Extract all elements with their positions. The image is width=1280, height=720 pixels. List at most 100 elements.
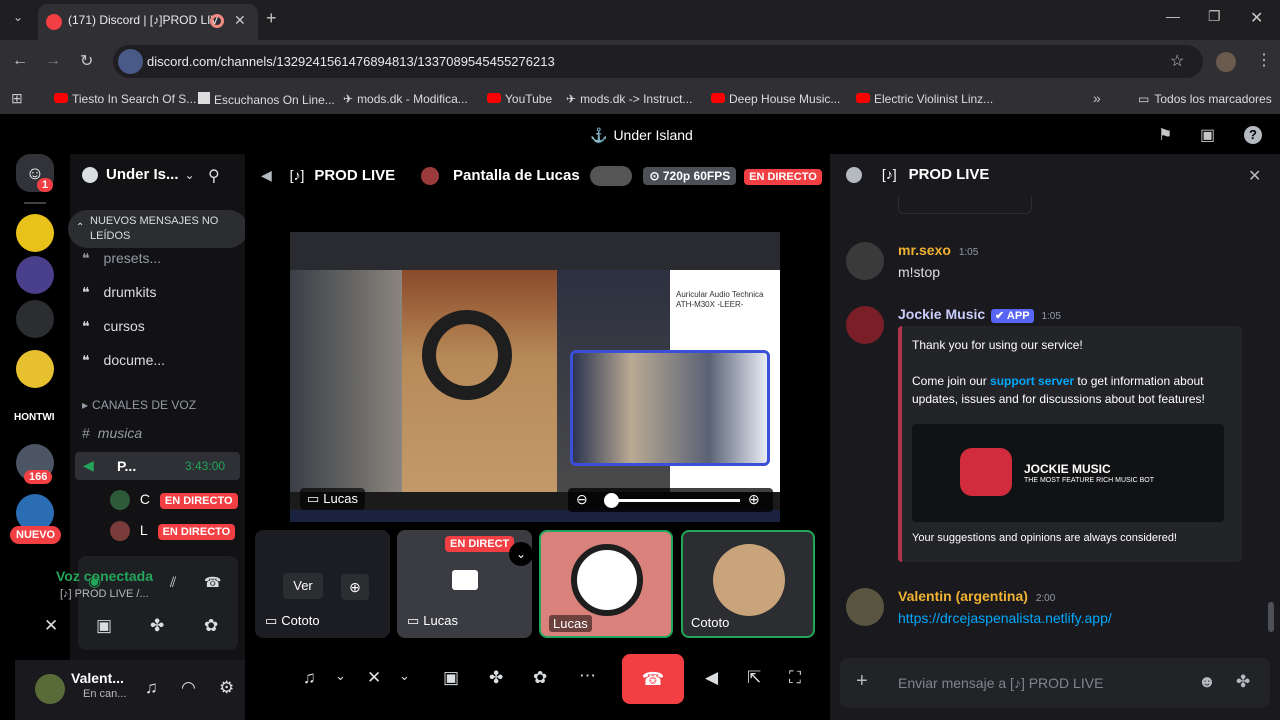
tile-name: Cototo [281, 613, 320, 628]
screen-share-icon[interactable]: ▣ [443, 668, 459, 688]
soundboard-icon[interactable]: ✿ [533, 668, 547, 688]
zoom-out-icon[interactable]: ⊖ [576, 491, 588, 508]
bookmark-item[interactable]: YouTube [487, 92, 552, 106]
minimize-icon[interactable]: — [1166, 8, 1180, 24]
apps-icon[interactable]: ⊞ [11, 90, 23, 107]
stream-video[interactable]: Auricular Audio Technica ATH-M30X -LEER-… [290, 232, 780, 522]
view-stream-button[interactable]: Ver [283, 573, 323, 599]
bookmark-item[interactable]: Electric Violinist Linz... [856, 92, 993, 106]
forward-icon[interactable]: → [45, 52, 61, 70]
apps-icon[interactable]: ✤ [1236, 672, 1250, 692]
add-attachment-icon[interactable]: + [856, 670, 868, 693]
participant-tile[interactable]: Lucas [539, 530, 673, 638]
message-author[interactable]: Valentin (argentina) [898, 588, 1028, 604]
address-bar[interactable]: discord.com/channels/1329241561476894813… [113, 45, 1203, 78]
volume-icon[interactable]: ◀ [261, 167, 272, 183]
active-voice-channel[interactable]: ◀ P... 3:43:00 [75, 452, 240, 480]
settings-gear-icon[interactable]: ⚙ [219, 678, 234, 698]
embed-image[interactable]: JOCKIE MUSIC THE MOST FEATURE RICH MUSIC… [912, 424, 1224, 522]
tab-close-icon[interactable]: ✕ [234, 12, 246, 29]
support-server-link[interactable]: support server [990, 374, 1074, 388]
message-input[interactable]: + Enviar mensaje a [♪] PROD LIVE ☻ ✤ [840, 658, 1270, 708]
tab-list-icon[interactable]: ⌄ [8, 10, 28, 24]
voice-category[interactable]: ▸ CANALES DE VOZ [82, 398, 196, 412]
bookmark-item[interactable]: ✈ mods.dk - Modifica... [343, 92, 468, 106]
channel-item[interactable]: ❝ cursos [82, 318, 145, 335]
server-icon[interactable] [16, 256, 54, 294]
microphone-icon[interactable]: ♫ [145, 678, 158, 698]
channel-musica[interactable]: # musica [82, 425, 142, 441]
voice-user[interactable]: L EN DIRECTO [110, 521, 236, 541]
fullscreen-icon[interactable]: ⛶ [789, 668, 801, 688]
zoom-thumb[interactable] [604, 493, 619, 508]
message-author[interactable]: Jockie Music [898, 306, 985, 322]
voice-user[interactable]: C EN DIRECTO [110, 490, 238, 510]
avatar[interactable] [846, 242, 884, 280]
headphones-icon[interactable]: ◠ [181, 678, 196, 698]
new-badge[interactable]: NUEVO [10, 526, 62, 544]
volume-icon[interactable]: ◀ [705, 668, 718, 688]
popout-icon[interactable]: ⊕ [341, 574, 369, 600]
soundboard-icon[interactable]: ✿ [204, 616, 218, 636]
server-icon[interactable] [16, 300, 54, 338]
browser-tab[interactable]: (171) Discord | [♪]PROD LIV ✕ [38, 4, 258, 40]
participant-tile[interactable]: Cototo [681, 530, 815, 638]
activities-icon[interactable]: ✤ [489, 668, 503, 688]
more-bookmarks-icon[interactable]: » [1093, 90, 1101, 106]
message-link[interactable]: https://drcejaspenalista.netlify.app/ [898, 610, 1112, 626]
profile-avatar[interactable] [1216, 52, 1236, 72]
mic-options-chevron-icon[interactable]: ⌄ [335, 668, 346, 684]
camera-off-icon[interactable]: ✕ [44, 616, 58, 636]
new-messages-pill[interactable]: ⌃ NUEVOS MENSAJES NO LEÍDOS [68, 210, 248, 248]
window-close-icon[interactable]: ✕ [1250, 8, 1263, 28]
channel-item[interactable]: ❝ drumkits [82, 284, 156, 301]
disconnect-button[interactable]: ☎ [622, 654, 684, 704]
screen-icon: ▭ [307, 491, 320, 506]
server-text-icon[interactable]: HONTWI [14, 412, 55, 423]
channel-item[interactable]: ❝ presets... [82, 250, 161, 267]
microphone-icon[interactable]: ♫ [303, 668, 316, 688]
emoji-icon[interactable]: ☻ [1198, 672, 1216, 692]
activities-icon[interactable]: ✤ [150, 616, 164, 636]
noise-suppression-icon[interactable]: ⫽ [170, 574, 176, 591]
close-chat-icon[interactable]: ✕ [1248, 166, 1261, 186]
screen-share-icon[interactable]: ▣ [96, 616, 112, 636]
channel-item[interactable]: ❝ docume... [82, 352, 165, 369]
maximize-icon[interactable]: ❐ [1208, 8, 1221, 25]
message-author[interactable]: mr.sexo [898, 242, 951, 258]
server-icon[interactable] [16, 350, 54, 388]
participant-tile[interactable]: Ver ⊕ ▭ Cototo [255, 530, 390, 638]
zoom-in-icon[interactable]: ⊕ [748, 491, 760, 508]
bookmark-item[interactable]: Tiesto In Search Of S... [54, 92, 196, 106]
server-icon[interactable] [16, 214, 54, 252]
all-bookmarks[interactable]: ▭ Todos los marcadores [1138, 92, 1272, 106]
zoom-controls[interactable]: ⊖ ⊕ [568, 488, 773, 512]
popout-icon[interactable]: ⇱ [747, 668, 761, 688]
bookmark-item[interactable]: Deep House Music... [711, 92, 840, 106]
more-menu-icon[interactable]: ⋮ [1256, 50, 1272, 70]
chat-scrollbar[interactable] [1268, 602, 1274, 632]
new-tab-icon[interactable]: + [266, 8, 277, 29]
avatar[interactable] [846, 588, 884, 626]
disconnect-icon[interactable]: ☎ [204, 574, 221, 591]
participant-tile[interactable]: EN DIRECT ⌄ ▭ Lucas [397, 530, 532, 638]
avatar[interactable] [35, 674, 65, 704]
avatar[interactable] [846, 306, 884, 344]
back-icon[interactable]: ← [12, 52, 28, 70]
camera-off-icon[interactable]: ✕ [367, 668, 381, 688]
site-info-icon[interactable] [118, 49, 143, 74]
bookmark-item[interactable]: ✈ mods.dk -> Instruct... [566, 92, 692, 106]
zoom-track[interactable] [610, 499, 740, 502]
more-options-icon[interactable]: ⋯ [579, 666, 596, 686]
bookmark-star-icon[interactable]: ☆ [1170, 51, 1184, 71]
camera-options-chevron-icon[interactable]: ⌄ [399, 668, 410, 684]
inbox-icon[interactable]: ▣ [1200, 125, 1215, 145]
collapse-icon[interactable]: ⌄ [509, 542, 532, 566]
reload-icon[interactable]: ↻ [80, 51, 93, 71]
threads-icon[interactable]: ⚑ [1158, 125, 1172, 145]
add-member-icon[interactable]: ⚲ [208, 166, 220, 186]
bookmark-item[interactable]: Escuchanos On Line... [198, 92, 335, 107]
bookmark-label: mods.dk - Modifica... [357, 92, 468, 106]
server-header[interactable]: Under Is... ⌄ [82, 166, 195, 184]
help-icon[interactable]: ? [1244, 126, 1262, 144]
